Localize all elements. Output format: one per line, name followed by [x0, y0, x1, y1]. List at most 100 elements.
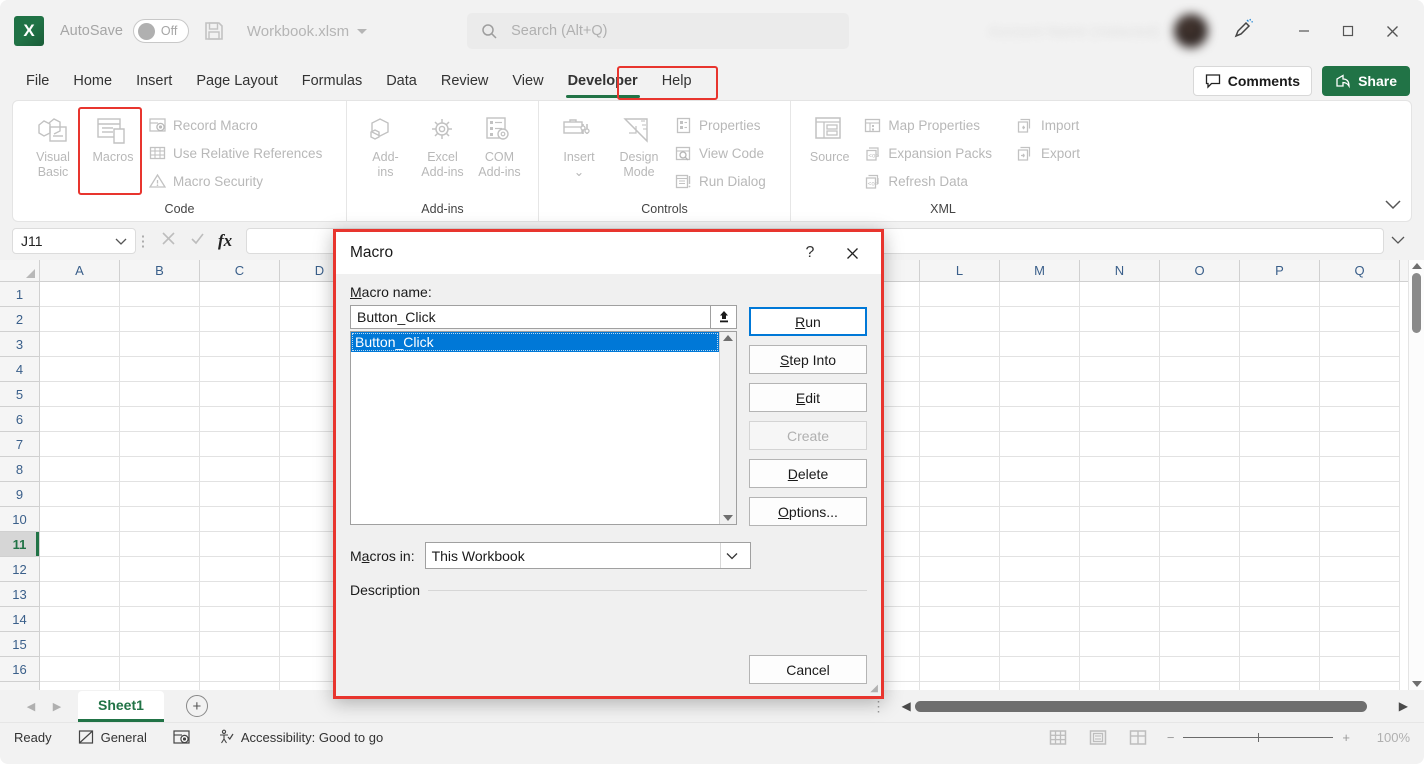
cell-A10[interactable]: [40, 507, 120, 532]
close-button[interactable]: [1370, 14, 1414, 48]
cell-O4[interactable]: [1160, 357, 1240, 382]
cell-M12[interactable]: [1000, 557, 1080, 582]
cell-C12[interactable]: [200, 557, 280, 582]
macro-list-box[interactable]: Button_Click: [350, 331, 737, 525]
macro-dialog-close-button[interactable]: [831, 235, 873, 271]
cell-O11[interactable]: [1160, 532, 1240, 557]
cell-O7[interactable]: [1160, 432, 1240, 457]
insert-control-chevron-down-icon[interactable]: ⌄: [574, 165, 584, 180]
cell-L1[interactable]: [920, 282, 1000, 307]
zoom-slider[interactable]: − +: [1167, 730, 1350, 745]
cell-M3[interactable]: [1000, 332, 1080, 357]
cell-A5[interactable]: [40, 382, 120, 407]
delete-button[interactable]: Delete: [749, 459, 867, 488]
cell-P5[interactable]: [1240, 382, 1320, 407]
cell-P1[interactable]: [1240, 282, 1320, 307]
cancel-x-icon[interactable]: [160, 230, 177, 252]
cell-A17[interactable]: [40, 682, 120, 690]
cell-C11[interactable]: [200, 532, 280, 557]
share-button[interactable]: Share: [1322, 66, 1410, 96]
tab-review[interactable]: Review: [429, 69, 501, 93]
cell-B14[interactable]: [120, 607, 200, 632]
zoom-out-button[interactable]: −: [1167, 730, 1175, 745]
properties-button[interactable]: Properties: [669, 112, 771, 138]
cell-M4[interactable]: [1000, 357, 1080, 382]
view-code-button[interactable]: View Code: [669, 140, 771, 166]
ink-pen-icon[interactable]: [1230, 16, 1258, 47]
cell-O3[interactable]: [1160, 332, 1240, 357]
list-scroll-down-arrow-icon[interactable]: [723, 515, 733, 521]
cell-Q17[interactable]: [1320, 682, 1400, 690]
cell-N3[interactable]: [1080, 332, 1160, 357]
cell-O10[interactable]: [1160, 507, 1240, 532]
cell-A16[interactable]: [40, 657, 120, 682]
zoom-level[interactable]: 100%: [1368, 730, 1410, 745]
cell-L2[interactable]: [920, 307, 1000, 332]
column-header-B[interactable]: B: [120, 260, 200, 281]
cell-P2[interactable]: [1240, 307, 1320, 332]
cell-C7[interactable]: [200, 432, 280, 457]
cell-O16[interactable]: [1160, 657, 1240, 682]
tab-data[interactable]: Data: [374, 69, 429, 93]
workbook-menu-chevron-down-icon[interactable]: [357, 29, 367, 34]
cell-N5[interactable]: [1080, 382, 1160, 407]
cell-N13[interactable]: [1080, 582, 1160, 607]
cell-A7[interactable]: [40, 432, 120, 457]
zoom-track[interactable]: [1183, 737, 1333, 738]
addins-button[interactable]: Add- ins: [357, 109, 414, 185]
cell-C9[interactable]: [200, 482, 280, 507]
cell-L17[interactable]: [920, 682, 1000, 690]
vertical-scrollbar[interactable]: [1408, 260, 1424, 690]
page-layout-view-button[interactable]: [1087, 727, 1109, 747]
row-header-17[interactable]: 17: [0, 682, 40, 690]
cell-Q16[interactable]: [1320, 657, 1400, 682]
cell-M9[interactable]: [1000, 482, 1080, 507]
row-header-8[interactable]: 8: [0, 457, 40, 482]
zoom-in-button[interactable]: +: [1342, 730, 1350, 745]
cell-M16[interactable]: [1000, 657, 1080, 682]
column-header-C[interactable]: C: [200, 260, 280, 281]
cancel-button[interactable]: Cancel: [749, 655, 867, 684]
cell-P8[interactable]: [1240, 457, 1320, 482]
cell-O12[interactable]: [1160, 557, 1240, 582]
cell-C8[interactable]: [200, 457, 280, 482]
cell-M14[interactable]: [1000, 607, 1080, 632]
cell-P7[interactable]: [1240, 432, 1320, 457]
cell-N6[interactable]: [1080, 407, 1160, 432]
macros-in-chevron-down-icon[interactable]: [720, 543, 744, 568]
refresh-data-button[interactable]: <o> Refresh Data: [858, 168, 997, 194]
tab-insert[interactable]: Insert: [124, 69, 184, 93]
cell-N10[interactable]: [1080, 507, 1160, 532]
cell-Q15[interactable]: [1320, 632, 1400, 657]
row-header-7[interactable]: 7: [0, 432, 40, 457]
cell-P13[interactable]: [1240, 582, 1320, 607]
cell-A14[interactable]: [40, 607, 120, 632]
cell-P16[interactable]: [1240, 657, 1320, 682]
cell-N15[interactable]: [1080, 632, 1160, 657]
resize-grip[interactable]: ◢: [870, 683, 878, 694]
cell-C2[interactable]: [200, 307, 280, 332]
cell-C13[interactable]: [200, 582, 280, 607]
cell-L6[interactable]: [920, 407, 1000, 432]
cell-L4[interactable]: [920, 357, 1000, 382]
cell-O5[interactable]: [1160, 382, 1240, 407]
horizontal-scroll-thumb[interactable]: [915, 701, 1367, 712]
row-header-5[interactable]: 5: [0, 382, 40, 407]
cell-N1[interactable]: [1080, 282, 1160, 307]
cell-A12[interactable]: [40, 557, 120, 582]
cell-P9[interactable]: [1240, 482, 1320, 507]
name-box[interactable]: J11: [12, 228, 136, 254]
collapse-ribbon-chevron-down-icon[interactable]: [1385, 197, 1401, 215]
cell-L12[interactable]: [920, 557, 1000, 582]
cell-O2[interactable]: [1160, 307, 1240, 332]
cell-Q4[interactable]: [1320, 357, 1400, 382]
cell-N8[interactable]: [1080, 457, 1160, 482]
use-relative-references-button[interactable]: Use Relative References: [143, 140, 327, 166]
prev-sheet-arrow-icon[interactable]: ◀: [18, 700, 44, 713]
design-mode-button[interactable]: Design Mode: [609, 109, 669, 185]
cell-B15[interactable]: [120, 632, 200, 657]
cell-L9[interactable]: [920, 482, 1000, 507]
cell-P6[interactable]: [1240, 407, 1320, 432]
row-header-9[interactable]: 9: [0, 482, 40, 507]
cell-L14[interactable]: [920, 607, 1000, 632]
